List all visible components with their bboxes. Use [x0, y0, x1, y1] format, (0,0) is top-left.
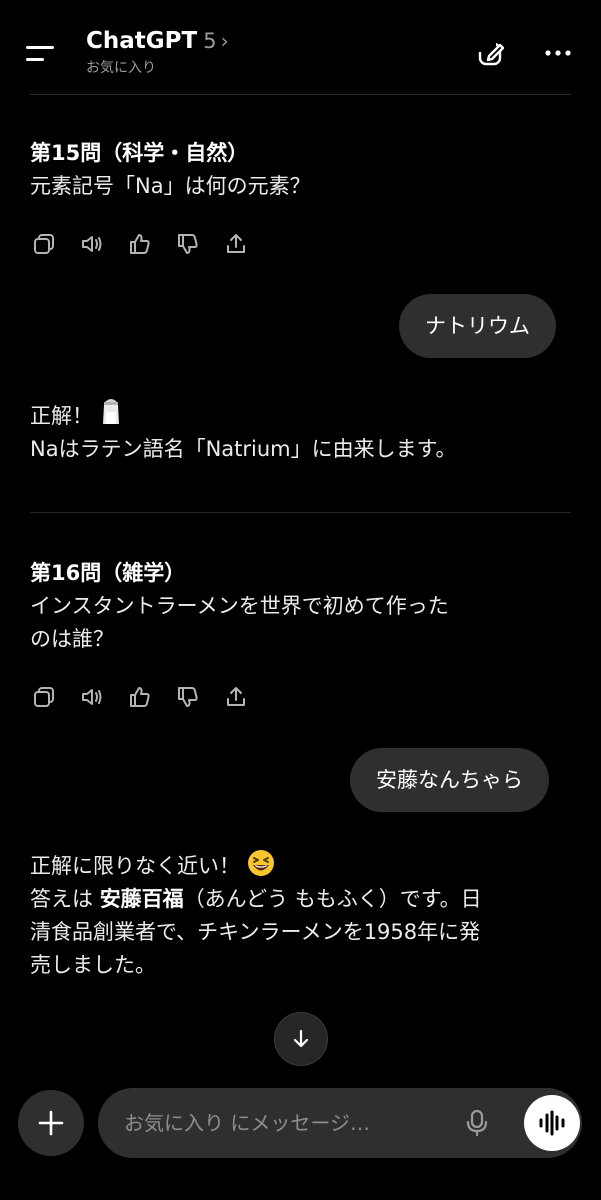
arrow-down-icon: [293, 1029, 309, 1048]
answer-name-bold: 安藤百福: [99, 887, 184, 911]
message-composer[interactable]: お気に入り にメッセージ…: [98, 1088, 582, 1158]
question-text: のは誰？: [30, 627, 114, 651]
project-subtitle: お気に入り: [86, 60, 156, 76]
thumbs-up-icon[interactable]: [128, 232, 152, 256]
speaker-icon[interactable]: [80, 232, 104, 256]
more-options-button[interactable]: [540, 36, 576, 70]
app-header: ChatGPT 5 › お気に入り: [0, 0, 601, 92]
share-icon[interactable]: [224, 685, 248, 709]
microphone-icon: [466, 1109, 488, 1137]
answer-prefix: 答えは: [30, 887, 100, 911]
attach-button[interactable]: [18, 1090, 84, 1156]
assistant-message: 第15問（科学・自然） 元素記号「Na」は何の元素？: [30, 137, 550, 203]
message-input[interactable]: お気に入り にメッセージ…: [124, 1088, 370, 1158]
plus-icon: [38, 1110, 64, 1136]
assistant-message: 第16問（雑学） インスタントラーメンを世界で初めて作った のは誰？: [30, 557, 550, 656]
scroll-to-bottom-button[interactable]: [274, 1012, 328, 1066]
thumbs-down-icon[interactable]: [176, 685, 200, 709]
copy-icon[interactable]: [32, 232, 56, 256]
answer-line: 正解に限りなく近い！: [30, 849, 550, 883]
user-message-bubble: ナトリウム: [399, 294, 556, 358]
app-title: ChatGPT: [86, 28, 198, 54]
edit-icon: [476, 38, 505, 66]
grinning-squinting-emoji: [247, 850, 274, 876]
section-divider: [30, 512, 571, 513]
question-text: 元素記号「Na」は何の元素？: [30, 174, 311, 198]
model-version: 5: [203, 29, 217, 53]
more-horizontal-icon: [545, 50, 571, 56]
assistant-message: 正解！ Naはラテン語名「Natrium」に由来します。: [30, 396, 550, 466]
assistant-message: 正解に限りなく近い！ 答えは 安藤百福（あんどう ももふく）です。日 清食品創業…: [30, 849, 550, 982]
waveform-icon: [539, 1110, 565, 1136]
voice-mode-button[interactable]: [524, 1095, 580, 1151]
copy-icon[interactable]: [32, 685, 56, 709]
answer-line: 正解！: [30, 396, 550, 433]
question-heading: 第15問（科学・自然）: [30, 141, 249, 165]
answer-result: 正解！: [30, 404, 93, 428]
speaker-icon[interactable]: [80, 685, 104, 709]
thumbs-up-icon[interactable]: [128, 685, 152, 709]
answer-explanation: Naはラテン語名「Natrium」に由来します。: [30, 437, 457, 461]
thumbs-down-icon[interactable]: [176, 232, 200, 256]
dictate-button[interactable]: [462, 1108, 492, 1138]
answer-explanation: 売しました。: [30, 953, 156, 977]
salt-shaker-emoji: [102, 399, 119, 424]
sidebar-menu-button[interactable]: [26, 38, 62, 68]
menu-line-icon: [26, 46, 54, 49]
answer-explanation: 答えは 安藤百福（あんどう ももふく）です。日: [30, 883, 550, 916]
user-message-bubble: 安藤なんちゃら: [350, 748, 549, 812]
chevron-right-icon: ›: [220, 29, 229, 53]
answer-explanation: 清食品創業者で、チキンラーメンを1958年に発: [30, 920, 481, 944]
new-chat-button[interactable]: [474, 36, 508, 70]
menu-line-icon: [26, 58, 44, 61]
model-selector[interactable]: ChatGPT 5 › お気に入り: [86, 28, 229, 77]
answer-reading: （あんどう ももふく）です。日: [183, 887, 482, 911]
message-actions: [32, 685, 248, 709]
question-text: インスタントラーメンを世界で初めて作った: [30, 594, 449, 618]
answer-result: 正解に限りなく近い！: [30, 854, 240, 878]
share-icon[interactable]: [224, 232, 248, 256]
question-heading: 第16問（雑学）: [30, 561, 186, 585]
message-actions: [32, 232, 248, 256]
header-divider: [30, 94, 571, 95]
